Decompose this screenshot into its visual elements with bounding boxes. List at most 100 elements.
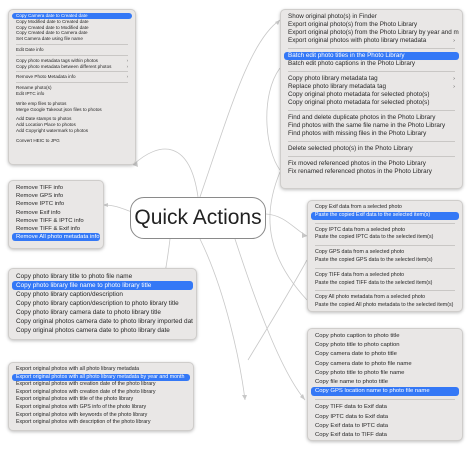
menu-item[interactable]: Replace photo library metadata tag ›	[284, 83, 459, 91]
menu-item[interactable]: Paste the copied Exif data to the select…	[311, 211, 459, 220]
menu-item[interactable]: Batch edit photo titles in the Photo Lib…	[284, 52, 459, 60]
menu-item[interactable]: Copy file name to photo title	[311, 378, 459, 387]
menu-item-label: Paste the copied IPTC data to the select…	[315, 234, 434, 241]
menu-item-label: Copy TIFF data to Exif data	[315, 404, 387, 411]
menu-item[interactable]: Paste the copied GPS data to the selecte…	[311, 257, 459, 265]
menu-item[interactable]: Copy original photos camera date to phot…	[12, 317, 193, 326]
chevron-right-icon: ›	[453, 76, 455, 82]
menu-item[interactable]: Copy IPTC data to Exif data	[311, 413, 459, 422]
menu-item[interactable]: Copy photo library title to photo file n…	[12, 272, 193, 281]
menu-item[interactable]: Export original photo(s) from the Photo …	[284, 21, 459, 29]
menu-item-label: Remove GPS info	[16, 193, 64, 200]
menu-item-label: Add Copyright watermark to photos	[16, 127, 89, 133]
menu-item[interactable]: Copy Exif data to TIFF data	[311, 431, 459, 440]
menu-item[interactable]: Copy original photos camera date to phot…	[12, 326, 193, 335]
connector-to-general-menu	[132, 148, 199, 198]
menu-item-label: Copy camera date to photo title	[315, 351, 397, 358]
menu-item-label: Export original photos with photo librar…	[288, 37, 427, 44]
menu-item[interactable]: Remove TIFF & Exif info	[12, 225, 100, 233]
menu-item[interactable]: Copy photo library camera date to photo …	[12, 308, 193, 317]
general-photo-context-menu: Copy Camera date to Created date Copy Mod…	[8, 9, 136, 165]
connector-link-lower	[247, 259, 308, 361]
menu-item[interactable]: Edit Date info	[12, 47, 132, 53]
menu-item[interactable]: Copy original photo metadata for selecte…	[284, 91, 459, 99]
menu-item[interactable]: Paste the copied IPTC data to the select…	[311, 234, 459, 242]
menu-item[interactable]: Copy camera date to photo file name	[311, 360, 459, 369]
menu-item[interactable]: Convert HEIC to JPG	[12, 138, 132, 144]
chevron-right-icon: ›	[453, 84, 455, 90]
menu-item[interactable]: Copy photo title to photo caption	[311, 341, 459, 350]
menu-item[interactable]: Fix renamed referenced photos in the Pho…	[284, 168, 459, 176]
menu-item[interactable]: Batch edit photo captions in the Photo L…	[284, 60, 459, 68]
menu-item-label: Copy original photos camera date to phot…	[16, 318, 193, 325]
menu-item-label: Copy original photos camera date to phot…	[16, 327, 170, 334]
menu-item[interactable]: Copy Camera date to Created date	[12, 13, 132, 19]
menu-item[interactable]: Export original photos with GPS info of …	[12, 404, 190, 412]
menu-item[interactable]: Paste the copied All photo metadata to t…	[311, 302, 459, 310]
menu-item-label: Copy photo library metadata tag	[288, 75, 378, 82]
menu-item[interactable]: Export original photos with all photo li…	[12, 366, 190, 374]
menu-item[interactable]: Find photos with missing files in the Ph…	[284, 130, 459, 138]
menu-item[interactable]: Copy photo metadata tags within photos ›	[12, 58, 132, 64]
connector-to-export-menu	[199, 238, 246, 401]
menu-item[interactable]: Remove Exif info	[12, 209, 100, 217]
menu-item[interactable]: Write emp files to photos	[12, 101, 132, 107]
menu-item-label: Copy photo library file name to photo li…	[16, 282, 152, 289]
menu-item[interactable]: Copy original photo metadata for selecte…	[284, 99, 459, 107]
menu-item[interactable]: Paste the copied TIFF data to the select…	[311, 280, 459, 288]
menu-item[interactable]: Find photos with the same file name in t…	[284, 122, 459, 130]
menu-item[interactable]: Copy photo metadata between different ph…	[12, 64, 132, 70]
menu-item[interactable]: Copy TIFF data to Exif data	[311, 403, 459, 412]
menu-item[interactable]: Copy photo library caption/description	[12, 290, 193, 299]
menu-item[interactable]: Copy photo library metadata tag ›	[284, 75, 459, 83]
menu-item[interactable]: Export original photos with creation dat…	[12, 381, 190, 389]
menu-item[interactable]: Export original photos with creation dat…	[12, 389, 190, 397]
menu-separator	[288, 110, 455, 111]
menu-item[interactable]: Copy camera date to photo title	[311, 350, 459, 359]
menu-item-label: Export original photos with GPS info of …	[16, 403, 147, 410]
connector-link-middle	[269, 171, 308, 301]
menu-item[interactable]: Copy Exif data from a selected photo	[311, 204, 459, 212]
menu-item[interactable]: Remove Photo Metadata info ›	[12, 74, 132, 80]
menu-item[interactable]: Copy Modified date to Created date	[12, 19, 132, 25]
menu-item[interactable]: Set Camera date using file name	[12, 36, 132, 42]
menu-item-label: Remove TIFF & Exif info	[16, 225, 81, 232]
menu-item[interactable]: Export original photos with keywords of …	[12, 412, 190, 420]
menu-item[interactable]: Copy photo library file name to photo li…	[12, 281, 193, 290]
menu-item[interactable]: Copy All photo metadata from a selected …	[311, 294, 459, 302]
menu-item[interactable]: Export original photos with title of the…	[12, 396, 190, 404]
menu-item-label: Copy photo title to photo file name	[315, 369, 405, 376]
menu-item[interactable]: Copy GPS data from a selected photo	[311, 249, 459, 257]
menu-item[interactable]: Export original photos with all photo li…	[12, 373, 190, 382]
menu-item[interactable]: Copy photo library caption/description t…	[12, 299, 193, 308]
menu-item[interactable]: Export original photos with description …	[12, 419, 190, 427]
menu-item[interactable]: Export original photos with photo librar…	[284, 37, 459, 45]
menu-item[interactable]: Find and delete duplicate photos in the …	[284, 114, 459, 122]
menu-item-label: Export original photos with title of the…	[16, 396, 134, 403]
menu-item[interactable]: Copy photo title to photo file name	[311, 369, 459, 378]
menu-item-label: Copy GPS location name to photo file nam…	[315, 388, 430, 395]
menu-item-label: Batch edit photo captions in the Photo L…	[288, 60, 416, 67]
menu-item[interactable]: Copy TIFF data from a selected photo	[311, 272, 459, 280]
connector-to-library-menu	[199, 19, 281, 198]
export-with-metadata-submenu: Export original photos with all photo li…	[8, 362, 194, 431]
menu-item-label: Paste the copied TIFF data to the select…	[315, 279, 433, 286]
menu-item[interactable]: Show original photo(s) in Finder	[284, 13, 459, 21]
menu-item[interactable]: Delete selected photo(s) in the Photo Li…	[284, 145, 459, 153]
menu-item[interactable]: Remove All photo metadata info	[12, 233, 100, 242]
menu-item[interactable]: Copy Exif data to IPTC data	[311, 422, 459, 431]
menu-item[interactable]: Copy IPTC data from a selected photo	[311, 227, 459, 235]
menu-item[interactable]: Copy photo caption to photo title	[311, 332, 459, 341]
menu-item-label: Remove TIFF & IPTC info	[16, 217, 84, 224]
menu-item[interactable]: Remove GPS info	[12, 192, 100, 200]
copy-paste-metadata-submenu: Copy Exif data from a selected photo Past…	[307, 200, 463, 312]
menu-item[interactable]: Export original photo(s) from the Photo …	[284, 29, 459, 37]
menu-item[interactable]: Remove IPTC info	[12, 200, 100, 208]
menu-item[interactable]: Copy GPS location name to photo file nam…	[311, 387, 459, 397]
menu-item[interactable]: Remove TIFF & IPTC info	[12, 217, 100, 225]
menu-separator	[288, 48, 455, 49]
menu-separator	[315, 290, 455, 292]
menu-item[interactable]: Remove TIFF info	[12, 184, 100, 192]
menu-separator	[16, 82, 128, 84]
menu-item[interactable]: Fix moved referenced photos in the Photo…	[284, 160, 459, 168]
